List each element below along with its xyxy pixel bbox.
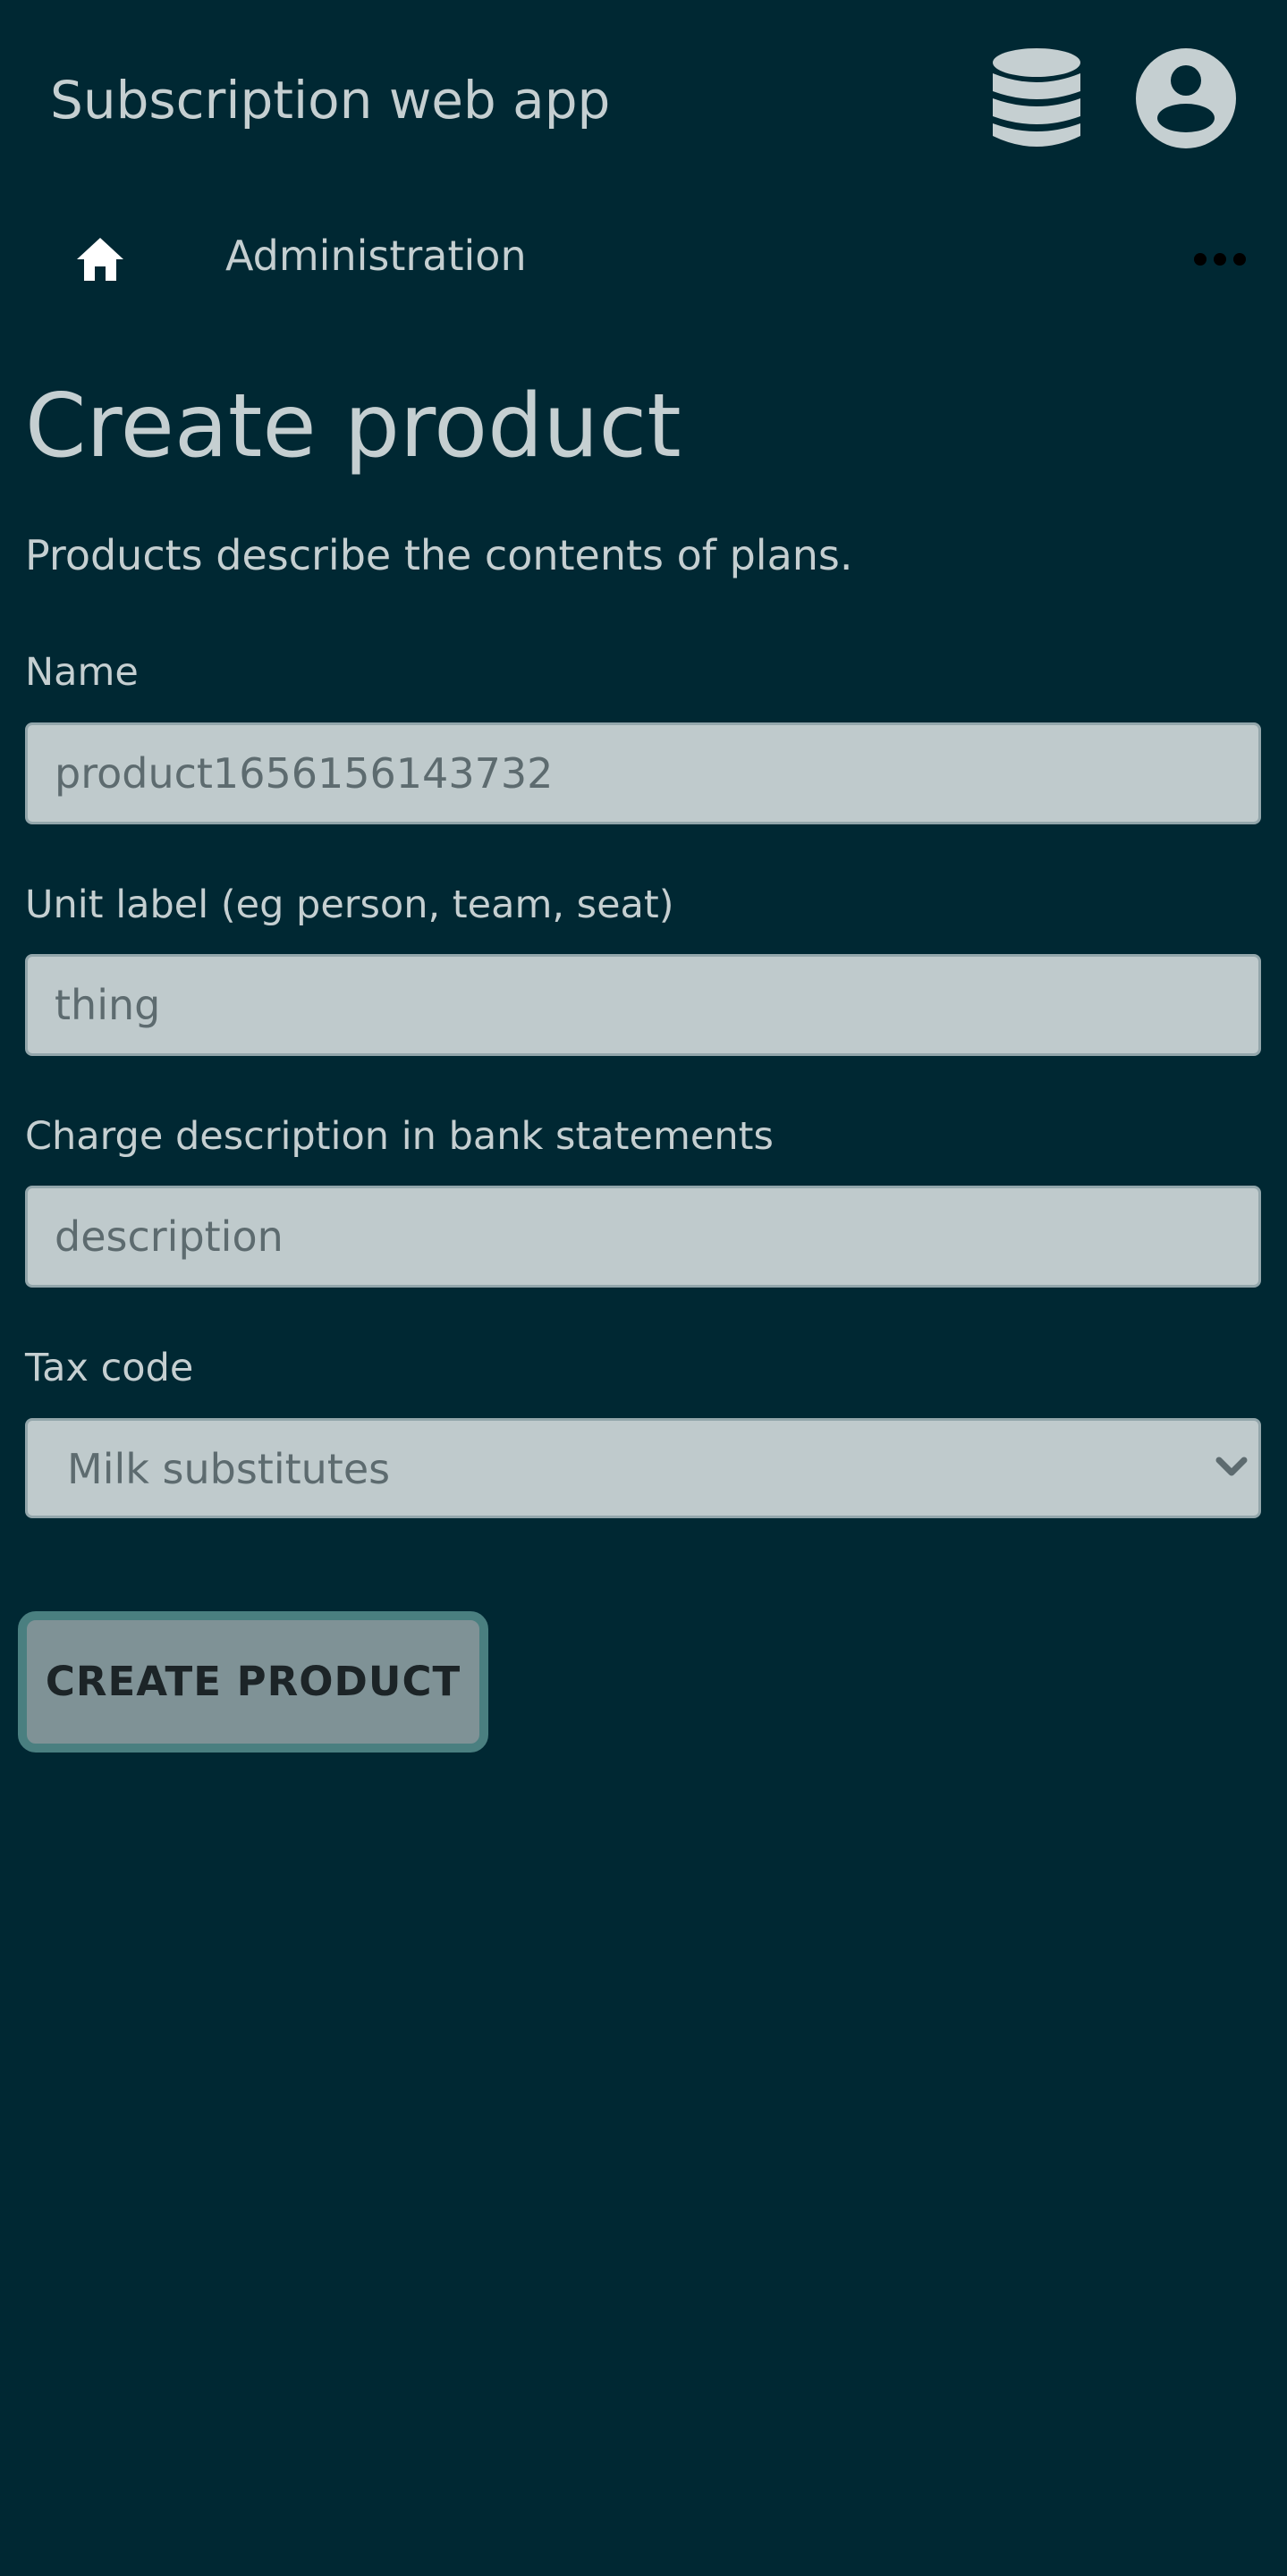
page-title: Create product [25, 376, 682, 477]
tax-code-selected-value: Milk substitutes [67, 1445, 391, 1493]
app-title: Subscription web app [50, 70, 611, 131]
database-icon[interactable] [991, 46, 1082, 152]
unit-label-input[interactable] [25, 954, 1261, 1056]
unit-label-label: Unit label (eg person, team, seat) [25, 883, 674, 927]
home-icon[interactable] [75, 236, 125, 283]
tax-code-label: Tax code [25, 1346, 194, 1390]
name-label: Name [25, 650, 139, 695]
charge-description-input[interactable] [25, 1186, 1261, 1288]
tax-code-select[interactable]: Milk substitutes [25, 1418, 1261, 1518]
charge-description-label: Charge description in bank statements [25, 1114, 774, 1159]
name-input[interactable] [25, 722, 1261, 824]
page-description: Products describe the contents of plans. [25, 531, 853, 579]
user-circle-icon[interactable] [1134, 46, 1238, 150]
more-horizontal-icon[interactable] [1193, 250, 1247, 268]
create-product-button[interactable]: CREATE PRODUCT [18, 1611, 488, 1753]
nav-administration-link[interactable]: Administration [225, 229, 527, 283]
chevron-down-icon [1215, 1457, 1248, 1476]
